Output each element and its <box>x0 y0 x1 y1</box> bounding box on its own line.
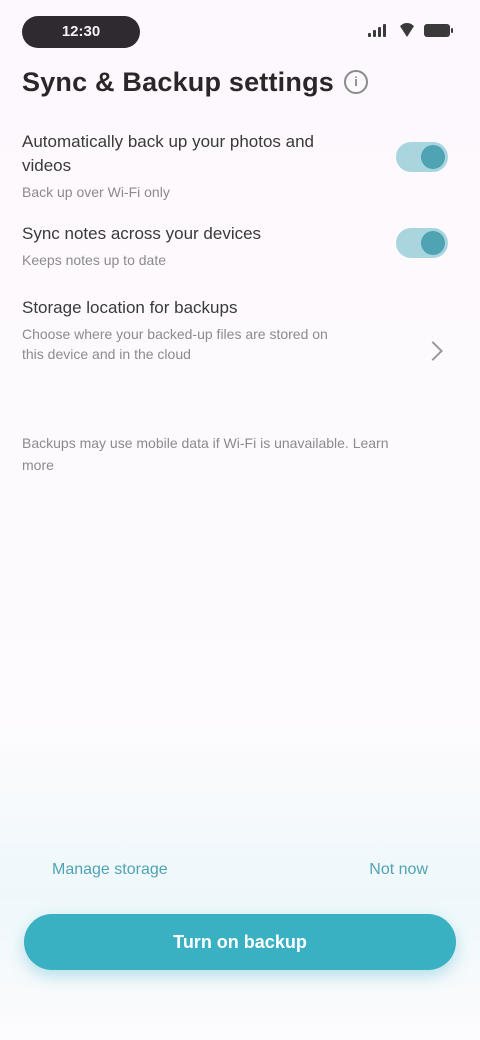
screen: 12:30 Sync & Backup settings i Automatic… <box>0 0 480 1040</box>
setting-title: Sync notes across your devices <box>22 224 262 243</box>
setting-text: Sync notes across your devices Keeps not… <box>22 222 352 270</box>
setting-description: Choose where your backed‑up files are st… <box>22 326 328 362</box>
status-time: 12:30 <box>22 16 140 48</box>
setting-item-sync-notes[interactable]: Sync notes across your devices Keeps not… <box>22 222 458 270</box>
toggle-knob <box>421 145 445 169</box>
status-icons <box>368 18 453 42</box>
manage-storage-button[interactable]: Manage storage <box>22 851 198 889</box>
footnote-text: Backups may use mobile data if Wi‑Fi is … <box>22 435 389 473</box>
chevron-right-icon[interactable] <box>423 341 443 361</box>
info-icon[interactable]: i <box>344 70 368 94</box>
setting-item-auto-backup[interactable]: Automatically back up your photos and vi… <box>22 130 458 202</box>
setting-title: Automatically back up your photos and vi… <box>22 132 315 175</box>
turn-on-backup-button[interactable]: Turn on backup <box>24 914 456 970</box>
setting-text: Storage location for backups Choose wher… <box>22 296 352 364</box>
signal-icon <box>368 23 390 37</box>
page-title: Sync & Backup settings <box>22 66 334 97</box>
auto-backup-toggle[interactable] <box>396 142 448 172</box>
setting-description: Keeps notes up to date <box>22 252 166 268</box>
sync-notes-toggle[interactable] <box>396 228 448 258</box>
setting-description: Back up over Wi‑Fi only <box>22 184 170 200</box>
setting-item-storage-location[interactable]: Storage location for backups Choose wher… <box>22 296 458 364</box>
status-bar: 12:30 <box>0 0 480 60</box>
title-row: Sync & Backup settings i <box>22 64 368 100</box>
setting-text: Automatically back up your photos and vi… <box>22 130 352 202</box>
battery-icon <box>424 23 453 37</box>
setting-title: Storage location for backups <box>22 298 238 317</box>
wifi-icon <box>398 23 416 37</box>
secondary-actions: Manage storage Not now <box>22 848 458 892</box>
toggle-knob <box>421 231 445 255</box>
not-now-button[interactable]: Not now <box>339 851 458 889</box>
